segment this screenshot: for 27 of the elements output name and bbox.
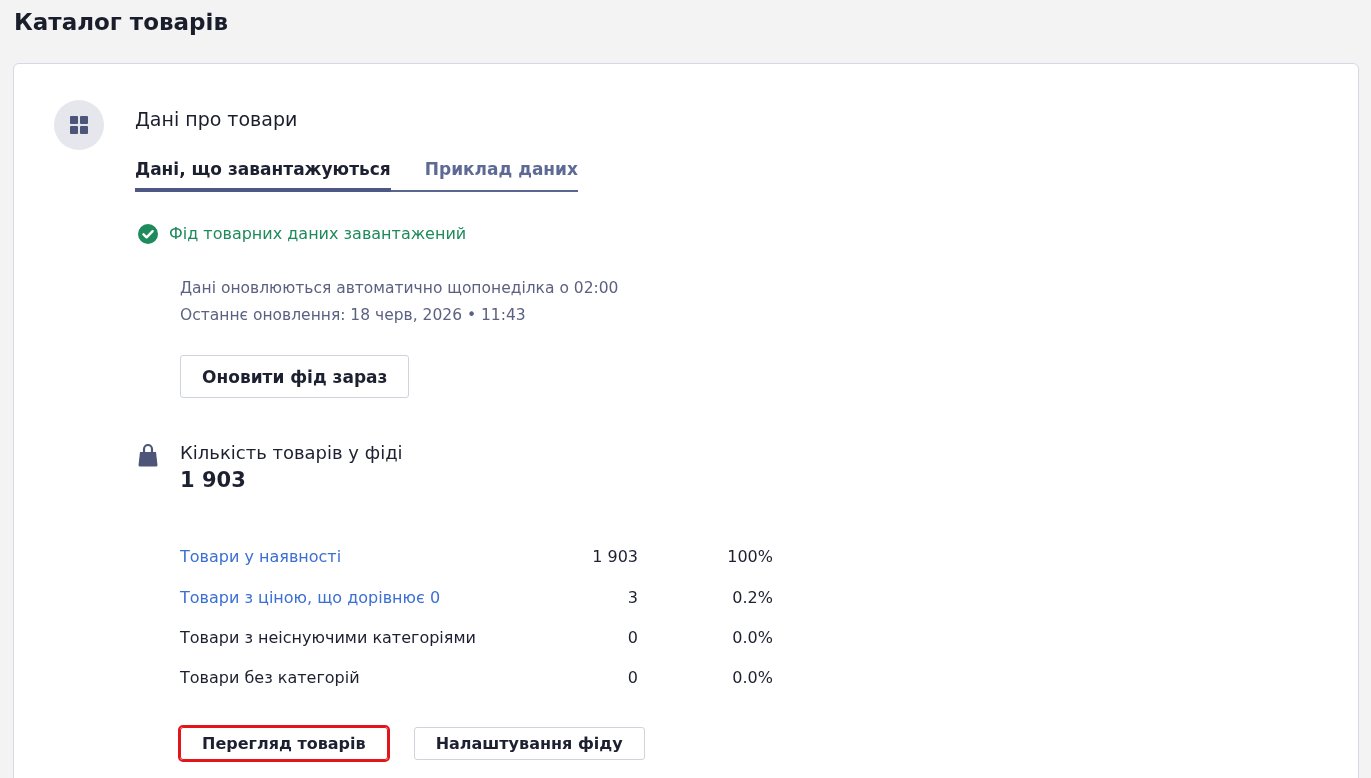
product-count-label: Кількість товарів у фіді [180, 441, 403, 465]
action-button[interactable]: Налаштування фіду [413, 726, 645, 760]
stat-count: 3 [627, 586, 638, 609]
tab[interactable]: Приклад даних [424, 155, 578, 192]
stat-percent: 0.0% [732, 626, 773, 649]
grid-icon [54, 100, 104, 150]
stat-count: 0 [627, 667, 638, 690]
stat-percent: 0.0% [732, 667, 773, 690]
tab[interactable]: Дані, що завантажуються [135, 155, 391, 192]
action-button[interactable]: Перегляд товарів [180, 726, 388, 760]
refresh-feed-button[interactable]: Оновити фід зараз [180, 355, 410, 398]
stat-percent: 0.2% [732, 586, 773, 609]
stat-percent: 100% [727, 546, 773, 569]
stat-link[interactable]: Товари у наявності [180, 546, 342, 569]
info-text: Дані оновлюються автоматично щопонеділка о 02:00 [180, 278, 619, 299]
product-count-value: 1 903 [180, 467, 246, 494]
stat-link[interactable]: Товари з ціною, що дорівнює 0 [180, 586, 441, 609]
stat-label: Товари без категорій [180, 667, 360, 690]
status-text: Фід товарних даних завантажений [169, 223, 467, 245]
page-title: Каталог товарів [14, 8, 229, 37]
section-title: Дані про товари [135, 107, 298, 131]
stat-count: 0 [627, 626, 638, 649]
info-text: Останнє оновлення: 18 черв, 2026 • 11:43 [180, 305, 527, 326]
stat-label: Товари з неіснуючими категоріями [180, 626, 476, 649]
check-circle-icon [138, 224, 158, 244]
stat-count: 1 903 [592, 546, 638, 569]
shopping-bag-icon [138, 443, 158, 467]
